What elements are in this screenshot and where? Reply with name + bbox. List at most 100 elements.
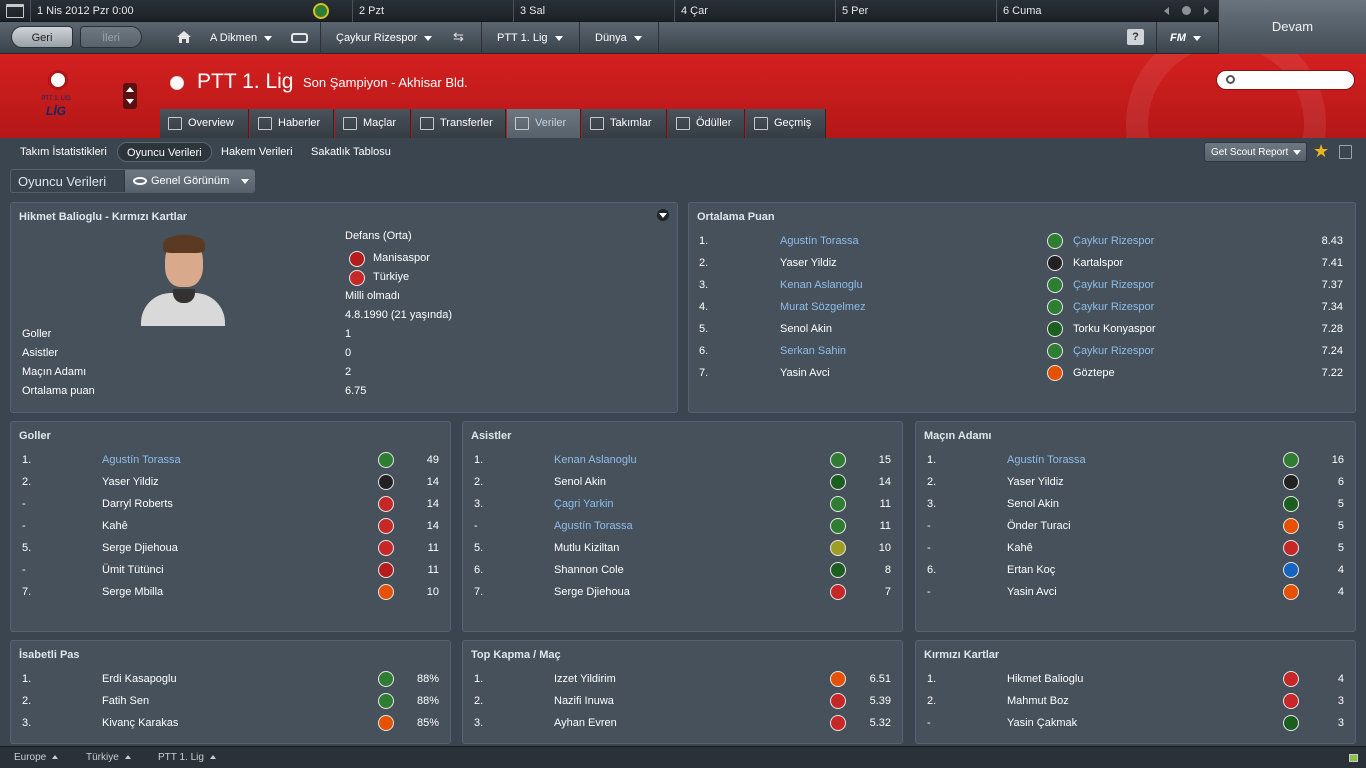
tab-transfers[interactable]: Transferler (412, 109, 506, 138)
subnav-injury-table[interactable]: Sakatlık Tablosu (302, 142, 400, 162)
tab-overview[interactable]: Overview (160, 109, 249, 138)
player-panel: Hikmet Balioglu - Kırmızı Kartlar Defans… (10, 202, 678, 413)
scout-report-button[interactable]: Get Scout Report (1204, 142, 1307, 162)
swap-icon[interactable]: ⇆ (453, 30, 464, 44)
club-badge-icon (349, 251, 365, 267)
league-dropdown[interactable]: PTT 1. Lig (497, 27, 563, 49)
forward-button[interactable]: İleri (80, 26, 142, 48)
rank-cell: - (22, 564, 26, 576)
rating-value: 8.43 (1321, 235, 1343, 247)
club-name[interactable]: Çaykur Rizespor (1073, 341, 1154, 361)
nation-flag-icon (349, 270, 365, 286)
player-name[interactable]: Agustín Torassa (1007, 450, 1086, 470)
footer-europe[interactable]: Europe (14, 747, 59, 768)
page-title: PTT 1. Lig (197, 70, 294, 93)
tab-teams[interactable]: Takımlar (582, 109, 667, 138)
rank-cell: 6. (474, 564, 484, 576)
club-name[interactable]: Çaykur Rizespor (1073, 275, 1154, 295)
rank-cell: 5. (474, 542, 484, 554)
page-subtitle: Son Şampiyon - Akhisar Bld. (303, 75, 468, 90)
player-name: Kivanç Karakas (102, 717, 179, 729)
club-name[interactable]: Çaykur Rizespor (1073, 297, 1154, 317)
player-name: Yaser Yildiz (780, 257, 837, 269)
stat-value: 6.51 (869, 673, 891, 685)
calendar-day-2[interactable]: 3 Sal (513, 0, 674, 22)
player-name[interactable]: Murat Sözgelmez (780, 297, 866, 317)
view-label: Genel Görünüm (151, 175, 230, 187)
player-name[interactable]: Kenan Aslanoglu (554, 450, 637, 470)
calendar-day-5[interactable]: 6 Cuma (996, 0, 1156, 22)
stat-value: 8 (884, 564, 891, 576)
view-dropdown[interactable]: Genel Görünüm (124, 170, 255, 192)
stat-value: 49 (426, 454, 439, 466)
calendar-next-icon[interactable] (1204, 7, 1209, 15)
help-button[interactable]: ? (1127, 29, 1144, 45)
stat-value: 85% (416, 717, 439, 729)
world-dropdown[interactable]: Dünya (595, 27, 642, 49)
calendar-dot-icon[interactable] (1182, 6, 1191, 15)
player-name[interactable]: Serkan Sahin (780, 341, 846, 361)
player-name: Shannon Cole (554, 564, 624, 576)
rank-cell: 1. (927, 454, 937, 466)
subnav-team-stats[interactable]: Takım İstatistikleri (11, 142, 116, 162)
calendar-day-1[interactable]: 2 Pzt (352, 0, 513, 22)
club-dropdown[interactable]: Çaykur Rizespor (336, 27, 433, 49)
calendar-day-3[interactable]: 4 Çar (674, 0, 835, 22)
back-button[interactable]: Geri (11, 26, 73, 48)
stat-value: 10 (878, 542, 891, 554)
player-name[interactable]: Agustín Torassa (102, 450, 181, 470)
player-name[interactable]: Kenan Aslanoglu (780, 275, 863, 295)
club-name[interactable]: Çaykur Rizespor (1073, 231, 1154, 251)
player-stat-label: Maçın Adamı (22, 366, 87, 378)
player-club[interactable]: Manisaspor (373, 248, 430, 268)
calendar-prev-icon[interactable] (1164, 7, 1169, 15)
manager-dropdown[interactable]: A Dikmen (210, 27, 273, 49)
league-label: PTT 1. Lig (497, 32, 548, 44)
assists-title: Asistler (471, 430, 512, 442)
continue-button[interactable]: Devam (1218, 0, 1366, 54)
player-stat-value: 2 (345, 366, 352, 378)
player-nation[interactable]: Türkiye (373, 267, 409, 287)
player-name[interactable]: Agustín Torassa (780, 231, 859, 251)
tab-stats[interactable]: Veriler (507, 109, 581, 138)
tackles-panel: Top Kapma / Maç 1. Izzet Yildirim 6.51 2. Na… (462, 640, 903, 744)
footer-turkey[interactable]: Türkiye (86, 747, 131, 768)
inbox-icon[interactable] (291, 33, 308, 43)
player-name[interactable]: Çagri Yarkin (554, 494, 614, 514)
tab-fixtures[interactable]: Maçlar (335, 109, 411, 138)
red-cards-title: Kırmızı Kartlar (924, 649, 1000, 661)
fm-menu[interactable]: FM (1170, 27, 1201, 49)
star-icon[interactable]: ★ (1313, 141, 1329, 161)
add-note-icon[interactable] (1339, 145, 1352, 159)
league-switch-arrows-icon[interactable] (123, 83, 137, 109)
footer-league[interactable]: PTT 1. Lig (158, 747, 216, 768)
chevron-up-icon (52, 755, 59, 760)
tab-history[interactable]: Geçmiş (746, 109, 826, 138)
panel-menu-icon[interactable] (657, 209, 669, 221)
player-name[interactable]: Agustín Torassa (554, 516, 633, 536)
club-badge-icon (1047, 233, 1063, 249)
rank-cell: 6. (699, 345, 709, 357)
club-name: Kartalspor (1073, 257, 1124, 269)
home-icon[interactable] (176, 30, 192, 44)
rank-cell: - (22, 498, 26, 510)
search-input[interactable] (1216, 70, 1355, 90)
calendar-day-4[interactable]: 5 Per (835, 0, 996, 22)
player-stat-label: Goller (22, 328, 52, 340)
awards-icon (676, 117, 690, 130)
motm-panel: Maçın Adamı 1. Agustín Torassa 16 2. Yaser Y… (915, 421, 1356, 632)
rank-cell: 1. (474, 673, 484, 685)
club-name: Torku Konyaspor (1073, 323, 1156, 335)
player-name: Yasin Avci (780, 367, 830, 379)
tab-awards[interactable]: Ödüller (668, 109, 745, 138)
subnav-referee-stats[interactable]: Hakem Verileri (212, 142, 302, 162)
motm-title: Maçın Adamı (924, 430, 992, 442)
tab-news[interactable]: Haberler (250, 109, 334, 138)
rank-cell: 2. (22, 695, 32, 707)
tab-label: Geçmiş (774, 117, 812, 129)
subnav-player-stats[interactable]: Oyuncu Verileri (117, 142, 212, 162)
calendar-icon[interactable] (6, 4, 24, 18)
rank-cell: 1. (927, 673, 937, 685)
rank-cell: 7. (474, 586, 484, 598)
rank-cell: 2. (22, 476, 32, 488)
